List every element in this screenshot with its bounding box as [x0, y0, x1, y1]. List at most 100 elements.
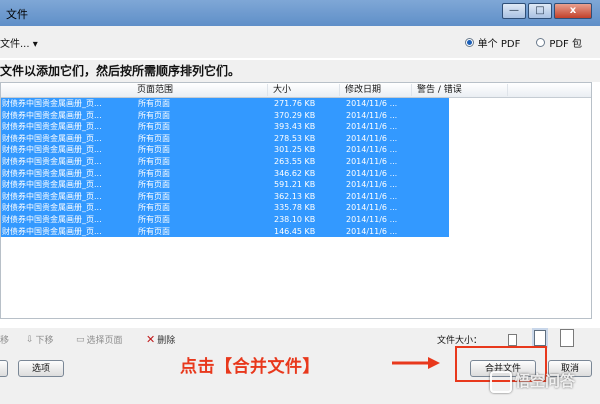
maximize-button[interactable]: □ [528, 3, 552, 19]
date-cell: 2014/11/6 ... [346, 110, 398, 120]
file-name-cell: 财债券中国贵金属画册_页... [2, 157, 102, 166]
table-row[interactable]: 财债券中国贵金属画册_页... 所有页面 335.78 KB 2014/11/6 ..… [1, 202, 449, 214]
table-row[interactable]: 财债券中国贵金属画册_页... 所有页面 362.13 KB 2014/11/6 ..… [1, 190, 449, 203]
table-row[interactable]: 财债券中国贵金属画册_页... 所有页面 271.76 KB 2014/11/6 ..… [1, 98, 449, 110]
size-cell: 271.76 KB [274, 99, 316, 108]
file-name-cell: 财债券中国贵金属画册_页... [2, 99, 102, 108]
size-cell: 393.43 KB [274, 122, 316, 132]
medium-size-page-icon[interactable] [532, 328, 548, 348]
table-row[interactable]: 财债券中国贵金属画册_页... 所有页面 591.21 KB 2014/11/6 ..… [1, 179, 449, 191]
date-cell: 2014/11/6 ... [346, 203, 398, 213]
date-cell: 2014/11/6 ... [346, 157, 398, 166]
add-files-dropdown[interactable]: 文件... ▾ [0, 35, 38, 50]
file-name-cell: 财债券中国贵金属画册_页... [2, 145, 102, 155]
output-type-radios: 单个 PDF PDF 包 [464, 35, 582, 50]
file-table: 页面范围 大小 修改日期 警告 / 错误 财债券中国贵金属画册_页... 所有页面… [0, 82, 592, 319]
date-cell: 2014/11/6 ... [346, 180, 398, 190]
move-down-label: 下移 [35, 336, 54, 346]
page-range-cell: 所有页面 [138, 191, 170, 201]
instruction-text: 文件以添加它们，然后按所需顺序排列它们。 [0, 60, 600, 82]
date-cell: 2014/11/6 ... [346, 122, 398, 132]
page-range-cell: 所有页面 [138, 226, 170, 236]
down-arrow-icon: ⇩ [26, 334, 34, 345]
watermark: 悟空问答 [490, 370, 575, 393]
close-button[interactable]: x [554, 3, 592, 19]
date-cell: 2014/11/6 ... [346, 168, 398, 178]
radio-unchecked-icon [536, 38, 546, 47]
size-cell: 346.62 KB [274, 168, 316, 178]
date-cell: 2014/11/6 ... [346, 145, 398, 155]
page-range-cell: 所有页面 [138, 122, 170, 132]
table-row[interactable]: 财债券中国贵金属画册_页... 所有页面 238.10 KB 2014/11/6 ..… [1, 214, 449, 226]
minimize-button[interactable]: — [502, 3, 526, 19]
size-cell: 238.10 KB [274, 215, 316, 224]
select-pages-label: 选择页面 [86, 336, 123, 346]
options-button[interactable]: 选项 [18, 360, 64, 377]
file-name-cell: 财债券中国贵金属画册_页... [2, 215, 102, 224]
size-cell: 146.45 KB [274, 226, 316, 236]
file-name-cell: 财债券中国贵金属画册_页... [2, 122, 102, 132]
table-row[interactable]: 财债券中国贵金属画册_页... 所有页面 346.62 KB 2014/11/6 ..… [1, 167, 449, 180]
size-cell: 263.55 KB [274, 157, 316, 166]
file-name-cell: 财债券中国贵金属画册_页... [2, 168, 102, 178]
file-size-label: 文件大小： [437, 336, 483, 346]
column-header-size[interactable]: 大小 [269, 84, 340, 96]
title-bar: 文件 — □ x [0, 0, 600, 27]
page-range-cell: 所有页面 [138, 133, 170, 143]
tutorial-annotation: 点击【合并文件】 [180, 357, 320, 377]
page-range-cell: 所有页面 [138, 99, 170, 108]
size-cell: 362.13 KB [274, 191, 316, 201]
table-row[interactable]: 财债券中国贵金属画册_页... 所有页面 393.43 KB 2014/11/6 ..… [1, 121, 449, 133]
size-cell: 591.21 KB [274, 180, 316, 190]
window-title: 文件 [6, 8, 28, 21]
select-pages-icon: ▭ [76, 334, 85, 345]
move-down-button[interactable]: ⇩ 下移 [26, 333, 54, 347]
select-pages-button[interactable]: ▭ 选择页面 [76, 333, 123, 347]
file-name-cell: 财债券中国贵金属画册_页... [2, 133, 102, 143]
size-cell: 278.53 KB [274, 133, 316, 143]
delete-label: 删除 [157, 336, 176, 346]
table-row[interactable]: 财债券中国贵金属画册_页... 所有页面 263.55 KB 2014/11/6 ..… [1, 156, 449, 168]
delete-button[interactable]: ✕ 删除 [146, 333, 175, 346]
date-cell: 2014/11/6 ... [346, 99, 398, 108]
page-range-cell: 所有页面 [138, 110, 170, 120]
watermark-text: 悟空问答 [515, 372, 576, 390]
table-row[interactable]: 财债券中国贵金属画册_页... 所有页面 370.29 KB 2014/11/6 ..… [1, 109, 449, 122]
table-row[interactable]: 财债券中国贵金属画册_页... 所有页面 278.53 KB 2014/11/6 ..… [1, 132, 449, 145]
delete-x-icon: ✕ [146, 333, 156, 346]
date-cell: 2014/11/6 ... [346, 191, 398, 201]
size-cell: 335.78 KB [274, 203, 316, 213]
date-cell: 2014/11/6 ... [346, 215, 398, 224]
merge-files-dialog: 文件 — □ x 文件... ▾ 单个 PDF PDF 包 文件以添加它们，然后… [0, 0, 600, 404]
page-range-cell: 所有页面 [138, 203, 170, 213]
table-row[interactable]: 财债券中国贵金属画册_页... 所有页面 301.25 KB 2014/11/6 ..… [1, 144, 449, 156]
page-range-cell: 所有页面 [138, 145, 170, 155]
table-header: 页面范围 大小 修改日期 警告 / 错误 [1, 83, 591, 98]
move-up-button[interactable]: 移 [0, 333, 9, 346]
column-header-warnings[interactable]: 警告 / 错误 [413, 84, 508, 96]
date-cell: 2014/11/6 ... [346, 226, 398, 236]
pdf-package-radio[interactable]: PDF 包 [536, 35, 582, 50]
pdf-package-label: PDF 包 [549, 39, 582, 50]
page-range-cell: 所有页面 [138, 180, 170, 190]
file-name-cell: 财债券中国贵金属画册_页... [2, 110, 102, 120]
page-range-cell: 所有页面 [138, 168, 170, 178]
large-size-page-icon[interactable] [560, 329, 574, 347]
file-name-cell: 财债券中国贵金属画册_页... [2, 180, 102, 190]
move-up-label: 移 [0, 336, 10, 346]
column-header-date[interactable]: 修改日期 [341, 84, 412, 96]
page-range-cell: 所有页面 [138, 215, 170, 224]
date-cell: 2014/11/6 ... [346, 133, 398, 143]
page-range-cell: 所有页面 [138, 157, 170, 166]
help-button-partial[interactable] [0, 360, 8, 377]
column-header-page-range[interactable]: 页面范围 [133, 84, 268, 96]
window-controls: — □ x [502, 3, 592, 19]
watermark-logo-icon [490, 370, 512, 393]
file-name-cell: 财债券中国贵金属画册_页... [2, 191, 102, 201]
radio-checked-icon [464, 38, 474, 47]
single-pdf-radio[interactable]: 单个 PDF [464, 35, 520, 50]
arrow-right-icon [392, 357, 440, 369]
size-cell: 301.25 KB [274, 145, 316, 155]
small-size-page-icon[interactable] [508, 334, 517, 346]
table-row[interactable]: 财债券中国贵金属画册_页... 所有页面 146.45 KB 2014/11/6 ..… [1, 225, 449, 238]
